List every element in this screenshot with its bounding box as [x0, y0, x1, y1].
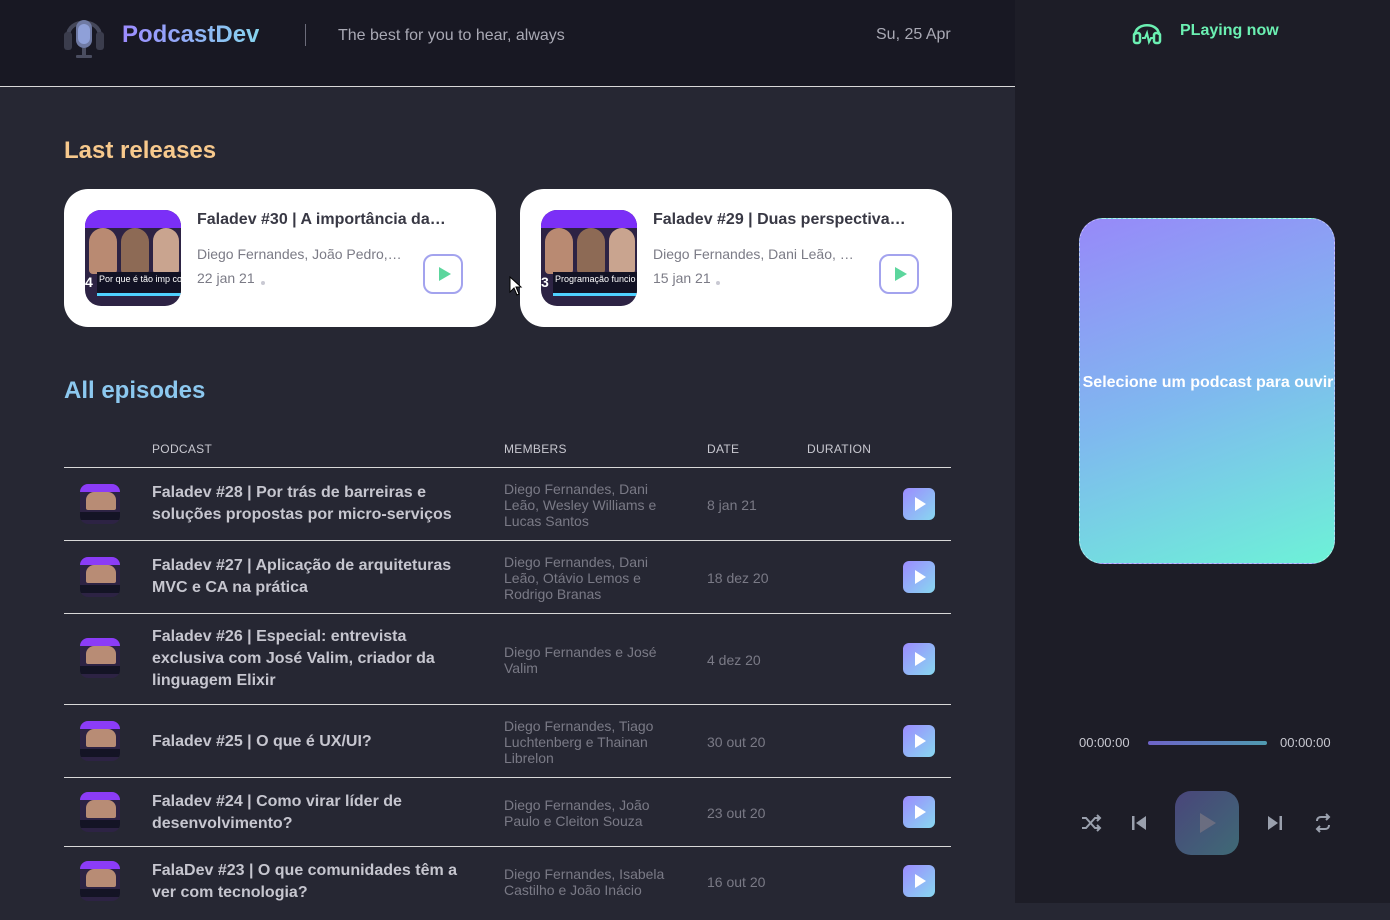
separator-dot [261, 281, 265, 285]
current-date: Su, 25 Apr [876, 26, 951, 43]
episode-thumbnail[interactable] [80, 721, 120, 761]
shuffle-icon [1082, 814, 1102, 832]
brand-name: PodcastDev [122, 21, 260, 48]
latest-episode-card[interactable]: Por que é tão imp contribuir em Open S 4… [64, 189, 496, 327]
episode-members: Diego Fernandes, João Paulo e Cleiton So… [504, 797, 650, 829]
separator-dot [716, 281, 720, 285]
episode-thumbnail[interactable] [80, 861, 120, 901]
column-header-members: MEMBERS [504, 442, 567, 456]
playing-now-label: PLaying now [1180, 22, 1279, 39]
table-row: Faladev #28 | Por trás de barreiras e so… [64, 468, 951, 541]
shuffle-button[interactable] [1080, 812, 1102, 834]
thumbnail-number: 3 [541, 274, 549, 290]
play-episode-button[interactable] [903, 561, 935, 593]
column-header-duration: DURATION [807, 442, 872, 456]
table-row: Faladev #26 | Especial: entrevista exclu… [64, 614, 951, 705]
episode-title-link[interactable]: Faladev #24 | Como virar líder de desenv… [152, 791, 482, 835]
play-episode-button[interactable] [903, 488, 935, 520]
latest-section-title: Last releases [64, 137, 217, 164]
table-row: Faladev #24 | Como virar líder de desenv… [64, 778, 951, 847]
episode-members: Diego Fernandes, Tiago Luchtenberg e Tha… [504, 718, 654, 766]
episode-members: Diego Fernandes, Isabela Castilho e João… [504, 866, 665, 898]
episode-title-link[interactable]: Faladev #27 | Aplicação de arquiteturas … [152, 555, 482, 599]
episode-members: Diego Fernandes, Dani Leão, … [653, 246, 854, 262]
progress-slider[interactable] [1148, 741, 1267, 745]
episode-thumbnail[interactable] [80, 484, 120, 524]
mouse-cursor-icon [509, 276, 523, 296]
empty-player-card: Selecione um podcast para ouvir [1079, 218, 1335, 564]
episode-members: Diego Fernandes, João Pedro,… [197, 246, 402, 262]
previous-icon [1132, 816, 1146, 830]
thumbnail-caption: Por que é tão imp contribuir em Open S [99, 274, 181, 284]
thumbnail-caption: Programação funcio devs orientados a o [555, 274, 637, 284]
episode-date: 8 jan 21 [707, 497, 757, 513]
thumbnail-number: 4 [85, 274, 93, 290]
episode-members: Diego Fernandes e José Valim [504, 644, 657, 676]
total-time: 00:00:00 [1280, 735, 1331, 750]
episode-members: Diego Fernandes, Dani Leão, Wesley Willi… [504, 481, 657, 529]
all-episodes-title: All episodes [64, 377, 206, 404]
table-row: FalaDev #23 | O que comunidades têm a ve… [64, 847, 951, 916]
episode-thumbnail[interactable]: Programação funcio devs orientados a o 3 [541, 210, 637, 306]
repeat-button[interactable] [1312, 812, 1334, 834]
player-sidebar: PLaying now Selecione um podcast para ou… [1015, 0, 1390, 920]
episode-date: 30 out 20 [707, 734, 766, 750]
play-episode-button[interactable] [903, 865, 935, 897]
episode-date: 15 jan 21 [653, 270, 711, 286]
play-episode-button[interactable] [879, 254, 919, 294]
previous-button[interactable] [1128, 812, 1150, 834]
episode-date: 4 dez 20 [707, 652, 761, 668]
column-header-podcast: PODCAST [152, 442, 213, 456]
episode-date: 18 dez 20 [707, 570, 769, 586]
column-header-date: DATE [707, 442, 740, 456]
main-content: PodcastDev The best for you to hear, alw… [0, 0, 1015, 920]
next-button[interactable] [1264, 812, 1286, 834]
episode-title-link[interactable]: Faladev #25 | O que é UX/UI? [152, 731, 482, 753]
play-episode-button[interactable] [903, 643, 935, 675]
latest-episode-card[interactable]: Programação funcio devs orientados a o 3… [520, 189, 952, 327]
episode-title-link[interactable]: Faladev #29 | Duas perspectiva… [653, 211, 923, 229]
episode-thumbnail[interactable] [80, 638, 120, 678]
episode-thumbnail[interactable] [80, 792, 120, 832]
episode-thumbnail[interactable] [80, 557, 120, 597]
table-row: Faladev #27 | Aplicação de arquiteturas … [64, 541, 951, 614]
play-pause-button[interactable] [1175, 791, 1239, 855]
header: PodcastDev The best for you to hear, alw… [0, 0, 1015, 87]
app-window: PodcastDev The best for you to hear, alw… [0, 0, 1390, 920]
episode-title-link[interactable]: Faladev #30 | A importância da… [197, 211, 467, 229]
current-time: 00:00:00 [1079, 735, 1130, 750]
episode-thumbnail[interactable]: Por que é tão imp contribuir em Open S 4 [85, 210, 181, 306]
episode-date: 22 jan 21 [197, 270, 255, 286]
header-divider [305, 24, 306, 46]
repeat-icon [1315, 813, 1331, 833]
episode-date: 23 out 20 [707, 805, 766, 821]
episode-title-link[interactable]: FalaDev #23 | O que comunidades têm a ve… [152, 860, 482, 904]
next-icon [1268, 816, 1282, 830]
play-episode-button[interactable] [903, 796, 935, 828]
play-episode-button[interactable] [903, 725, 935, 757]
headphones-icon [1132, 24, 1162, 45]
tagline: The best for you to hear, always [338, 27, 565, 44]
episode-members: Diego Fernandes, Dani Leão, Otávio Lemos… [504, 554, 648, 602]
episode-date: 16 out 20 [707, 874, 766, 890]
sidebar-bottom-gap [1015, 903, 1390, 920]
table-row: Faladev #25 | O que é UX/UI? Diego Ferna… [64, 705, 951, 778]
play-episode-button[interactable] [423, 254, 463, 294]
episode-title-link[interactable]: Faladev #26 | Especial: entrevista exclu… [152, 626, 482, 692]
microphone-logo-icon [64, 20, 104, 58]
select-podcast-message: Selecione um podcast para ouvir [1082, 374, 1334, 391]
episode-title-link[interactable]: Faladev #28 | Por trás de barreiras e so… [152, 482, 482, 526]
